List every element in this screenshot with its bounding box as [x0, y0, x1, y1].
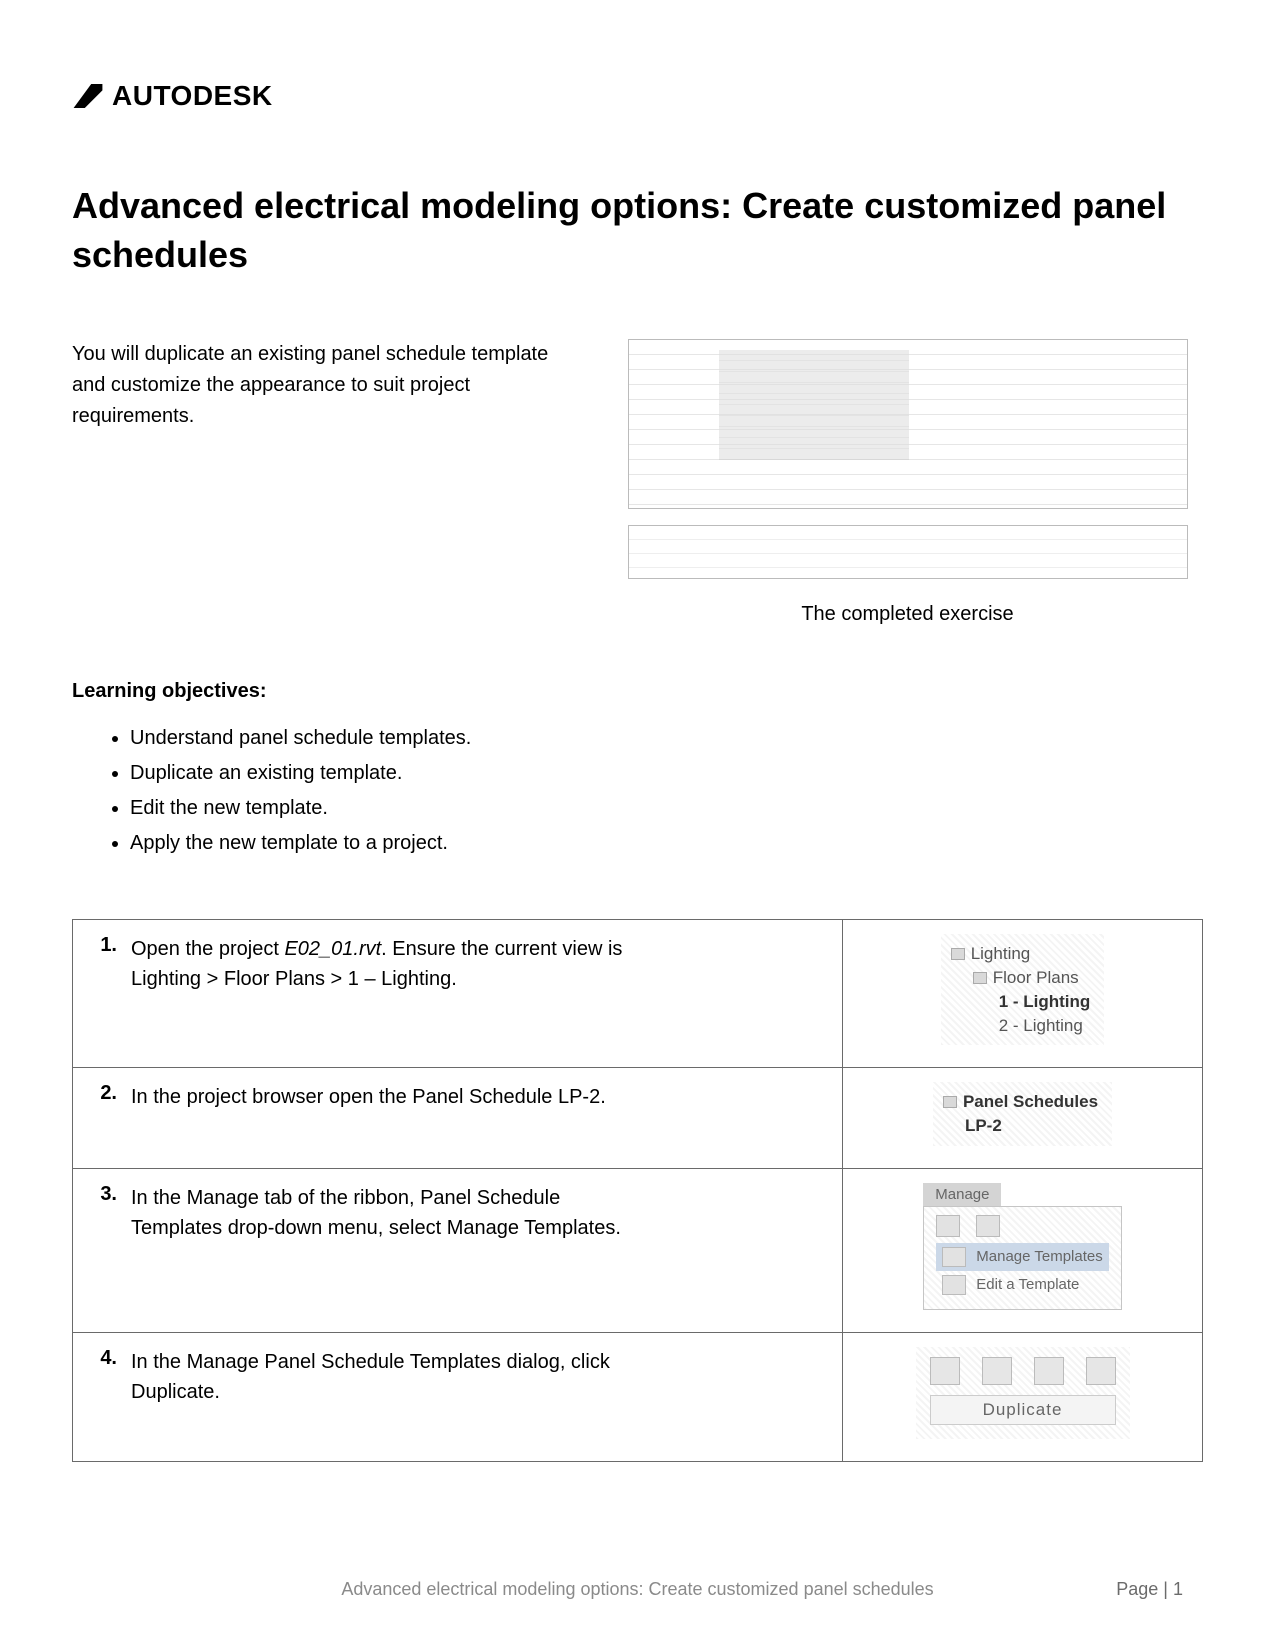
duplicate-icon	[982, 1357, 1012, 1385]
figure-caption: The completed exercise	[801, 603, 1013, 626]
brand-name: AUTODESK	[112, 80, 273, 112]
table-row: 3. In the Manage tab of the ribbon, Pane…	[73, 1168, 1203, 1332]
ribbon-tab-manage: Manage	[923, 1183, 1001, 1206]
template-icon	[942, 1275, 966, 1295]
objective-item: Understand panel schedule templates.	[130, 721, 1203, 756]
folder-icon	[951, 948, 965, 960]
table-row: 1. Open the project E02_01.rvt. Ensure t…	[73, 920, 1203, 1068]
tree-node: 2 - Lighting	[999, 1014, 1083, 1038]
panel-schedule-mock-lower	[628, 525, 1188, 579]
tree-node-selected: LP-2	[965, 1114, 1002, 1138]
page-footer: Advanced electrical modeling options: Cr…	[0, 1579, 1275, 1600]
objectives-list: Understand panel schedule templates. Dup…	[72, 721, 1203, 861]
objective-item: Duplicate an existing template.	[130, 756, 1203, 791]
page-title: Advanced electrical modeling options: Cr…	[72, 182, 1203, 279]
ribbon-icon	[936, 1215, 960, 1237]
brand-header: AUTODESK	[72, 80, 1203, 112]
step-number: 1.	[91, 934, 117, 994]
panel-schedule-mock-upper	[628, 339, 1188, 509]
step-number: 2.	[91, 1082, 117, 1112]
intro-paragraph: You will duplicate an existing panel sch…	[72, 339, 552, 626]
step-number: 4.	[91, 1347, 117, 1407]
ribbon-mock: Manage Manage Templates Edit a Template	[923, 1183, 1121, 1310]
project-browser-tree: Lighting Floor Plans 1 - Lighting 2 - Li…	[941, 934, 1105, 1045]
step-number: 3.	[91, 1183, 117, 1243]
tree-node: Panel Schedules	[963, 1090, 1098, 1114]
step-text: Open the project E02_01.rvt. Ensure the …	[131, 934, 651, 994]
table-row: 4. In the Manage Panel Schedule Template…	[73, 1332, 1203, 1461]
menu-item-edit-template: Edit a Template	[936, 1271, 1108, 1299]
objective-item: Edit the new template.	[130, 791, 1203, 826]
folder-icon	[943, 1096, 957, 1108]
ribbon-icon	[976, 1215, 1000, 1237]
rename-icon	[1034, 1357, 1064, 1385]
table-row: 2. In the project browser open the Panel…	[73, 1068, 1203, 1169]
template-icon	[942, 1247, 966, 1267]
steps-table: 1. Open the project E02_01.rvt. Ensure t…	[72, 919, 1203, 1462]
tree-node-selected: 1 - Lighting	[999, 990, 1091, 1014]
delete-icon	[1086, 1357, 1116, 1385]
tree-node: Lighting	[971, 942, 1031, 966]
tree-node: Floor Plans	[993, 966, 1079, 990]
footer-page-number: Page | 1	[1116, 1579, 1183, 1600]
objective-item: Apply the new template to a project.	[130, 826, 1203, 861]
duplicate-label: Duplicate	[930, 1395, 1116, 1425]
folder-icon	[973, 972, 987, 984]
menu-item-manage-templates: Manage Templates	[936, 1243, 1108, 1271]
edit-icon	[930, 1357, 960, 1385]
intro-section: You will duplicate an existing panel sch…	[72, 339, 1203, 626]
step-text: In the project browser open the Panel Sc…	[131, 1082, 606, 1112]
objectives-heading: Learning objectives:	[72, 680, 1203, 703]
autodesk-logo-icon	[72, 82, 104, 110]
footer-title: Advanced electrical modeling options: Cr…	[341, 1579, 933, 1600]
step-text: In the Manage Panel Schedule Templates d…	[131, 1347, 651, 1407]
menu-item-label: Manage Templates	[976, 1248, 1102, 1265]
step-text: In the Manage tab of the ribbon, Panel S…	[131, 1183, 651, 1243]
duplicate-toolbar-mock: Duplicate	[916, 1347, 1130, 1439]
intro-figure: The completed exercise	[612, 339, 1203, 626]
menu-item-label: Edit a Template	[976, 1276, 1079, 1293]
project-browser-tree: Panel Schedules LP-2	[933, 1082, 1112, 1146]
